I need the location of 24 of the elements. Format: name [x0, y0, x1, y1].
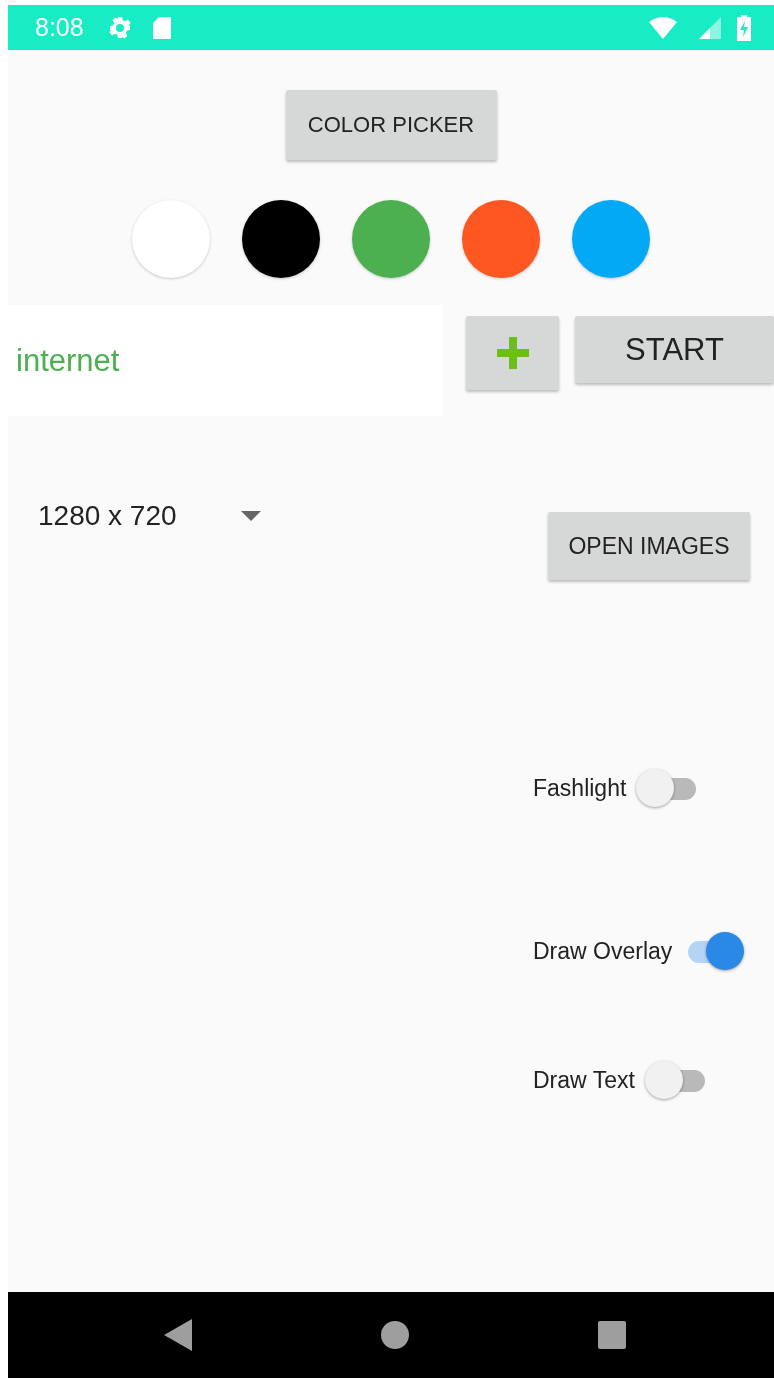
clock-time: 8:08 — [35, 13, 84, 42]
color-swatch[interactable] — [352, 200, 430, 278]
switch-label: Draw Text — [533, 1066, 635, 1094]
start-button[interactable]: START — [575, 316, 774, 383]
sd-card-icon — [151, 15, 172, 40]
signal-icon — [698, 15, 722, 40]
open-images-button[interactable]: OPEN IMAGES — [548, 512, 750, 580]
switch-label: Draw Overlay — [533, 937, 673, 965]
resolution-dropdown[interactable]: 1280 x 720 — [38, 496, 261, 536]
wifi-icon — [648, 15, 678, 40]
toggle-switch[interactable] — [644, 1061, 707, 1099]
battery-icon — [736, 14, 752, 41]
color-swatch[interactable] — [572, 200, 650, 278]
switch-label: Fashlight — [533, 774, 627, 802]
color-swatch[interactable] — [132, 200, 210, 278]
plus-icon — [494, 335, 531, 371]
color-swatch[interactable] — [462, 200, 540, 278]
color-picker-button[interactable]: COLOR PICKER — [285, 90, 497, 160]
home-icon[interactable] — [381, 1321, 409, 1349]
dropdown-caret-icon — [240, 511, 261, 521]
add-button[interactable] — [466, 316, 559, 390]
color-swatch[interactable] — [242, 200, 320, 278]
settings-icon — [107, 15, 132, 40]
back-icon[interactable] — [164, 1319, 192, 1351]
